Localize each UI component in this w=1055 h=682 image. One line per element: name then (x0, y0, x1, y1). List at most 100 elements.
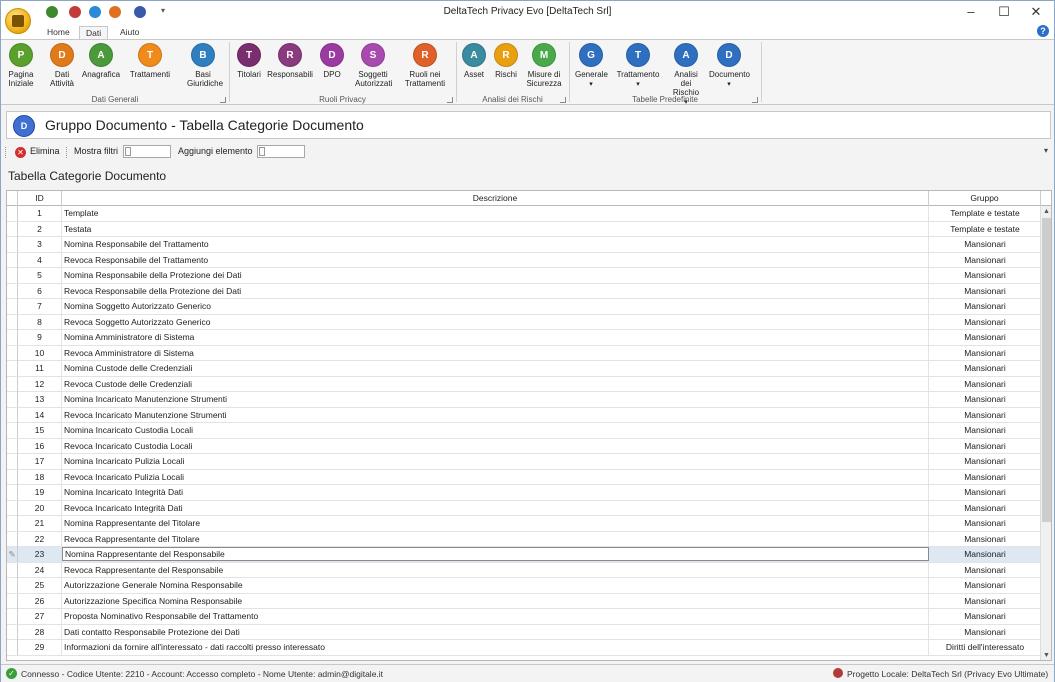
group-dialog-launcher-icon[interactable] (220, 97, 226, 103)
cell-descrizione[interactable]: Revoca Rappresentante del Responsabile (62, 562, 929, 578)
group-dialog-launcher-icon[interactable] (560, 97, 566, 103)
filters-toggle[interactable] (123, 145, 171, 158)
cell-id[interactable]: 8 (18, 314, 62, 330)
cell-descrizione[interactable]: Revoca Rappresentante del Titolare (62, 531, 929, 547)
cell-id[interactable]: 10 (18, 345, 62, 361)
row-indicator[interactable] (7, 237, 18, 252)
row-indicator[interactable] (7, 252, 18, 268)
table-row[interactable]: 3 Nomina Responsabile del Trattamento Mans… (7, 237, 1041, 253)
column-header-id[interactable]: ID (18, 191, 62, 206)
cell-descrizione[interactable]: Nomina Amministratore di Sistema (62, 330, 929, 345)
cell-descrizione[interactable]: Template (62, 206, 929, 221)
cell-id[interactable]: 24 (18, 562, 62, 578)
cell-gruppo[interactable]: Mansionari (929, 392, 1041, 407)
row-indicator[interactable] (7, 500, 18, 516)
cell-descrizione[interactable]: Nomina Custode delle Credenziali (62, 361, 929, 376)
table-row[interactable]: 13 Nomina Incaricato Manutenzione Strumen… (7, 392, 1041, 408)
cell-id[interactable]: 21 (18, 516, 62, 531)
cell-id[interactable]: 18 (18, 469, 62, 485)
row-indicator[interactable] (7, 485, 18, 500)
table-row[interactable]: 17 Nomina Incaricato Pulizia Locali Mansio… (7, 454, 1041, 470)
cell-id[interactable]: 27 (18, 609, 62, 624)
table-row[interactable]: 6 Revoca Responsabile della Protezione de… (7, 283, 1041, 299)
ribbon-button-soggetti[interactable]: S Soggetti Autorizzati (355, 43, 392, 88)
cell-id[interactable]: 14 (18, 407, 62, 423)
cell-id[interactable]: 23 (18, 547, 62, 562)
tab-dati[interactable]: Dati (79, 26, 109, 39)
help-icon[interactable]: ? (1037, 25, 1049, 37)
cell-gruppo[interactable]: Mansionari (929, 594, 1041, 609)
table-row[interactable]: 19 Nomina Incaricato Integrità Dati Mansio… (7, 485, 1041, 501)
table-row[interactable]: 20 Revoca Incaricato Integrità Dati Mansio… (7, 500, 1041, 516)
table-row[interactable]: 21 Nomina Rappresentante del Titolare Mans… (7, 516, 1041, 532)
scroll-up-icon[interactable]: ▲ (1043, 208, 1050, 215)
cell-gruppo[interactable]: Mansionari (929, 485, 1041, 500)
edit-pencil-icon[interactable]: ✎ (7, 547, 18, 562)
vertical-scrollbar[interactable]: ▲ ▼ (1040, 206, 1051, 660)
add-item-toggle[interactable] (257, 145, 305, 158)
table-row[interactable]: 11 Nomina Custode delle Credenziali Mansio… (7, 361, 1041, 377)
cell-descrizione[interactable]: Autorizzazione Specifica Nomina Responsa… (62, 593, 929, 609)
row-indicator[interactable] (7, 423, 18, 438)
table-row[interactable]: 10 Revoca Amministratore di Sistema Mansio… (7, 345, 1041, 361)
table-row[interactable]: 14 Revoca Incaricato Manutenzione Strumen… (7, 407, 1041, 423)
cell-gruppo[interactable]: Diritti dell'interessato (929, 640, 1041, 655)
cell-gruppo[interactable]: Mansionari (929, 609, 1041, 624)
ribbon-button-table-document[interactable]: D Documento ▾ (709, 43, 750, 89)
ribbon-button-asset[interactable]: A Asset (461, 43, 487, 79)
cell-descrizione[interactable]: Nomina Incaricato Custodia Locali (62, 423, 929, 438)
cell-id[interactable]: 16 (18, 438, 62, 454)
cell-id[interactable]: 1 (18, 206, 62, 221)
table-row[interactable]: 5 Nomina Responsabile della Protezione de… (7, 268, 1041, 284)
ribbon-button-home[interactable]: P Pagina Iniziale (5, 43, 37, 88)
cell-id[interactable]: 28 (18, 624, 62, 640)
cell-id[interactable]: 6 (18, 283, 62, 299)
cell-gruppo[interactable]: Mansionari (929, 563, 1041, 578)
cell-descrizione[interactable]: Revoca Incaricato Custodia Locali (62, 438, 929, 454)
cell-id[interactable]: 11 (18, 361, 62, 376)
table-row[interactable]: 27 Proposta Nominativo Responsabile del T… (7, 609, 1041, 625)
row-indicator[interactable] (7, 624, 18, 640)
cell-gruppo[interactable]: Mansionari (929, 423, 1041, 438)
delete-icon[interactable]: ✕ (15, 147, 26, 158)
cell-id[interactable]: 15 (18, 423, 62, 438)
cell-id[interactable]: 13 (18, 392, 62, 407)
toolbar-overflow-icon[interactable]: ▾ (1044, 146, 1048, 155)
row-indicator[interactable] (7, 516, 18, 531)
row-indicator[interactable] (7, 330, 18, 345)
row-indicator[interactable] (7, 299, 18, 314)
ribbon-button-titolari[interactable]: T Titolari (235, 43, 263, 79)
ribbon-button-shield-check[interactable]: M Misure di Sicurezza (525, 43, 563, 88)
row-indicator[interactable] (7, 283, 18, 299)
cell-descrizione[interactable]: Testata (62, 221, 929, 237)
cell-gruppo[interactable]: Mansionari (929, 377, 1041, 392)
table-row[interactable]: 15 Nomina Incaricato Custodia Locali Mansi… (7, 423, 1041, 439)
cell-descrizione[interactable]: Revoca Incaricato Manutenzione Strumenti (62, 407, 929, 423)
row-indicator[interactable] (7, 407, 18, 423)
cell-id[interactable]: 19 (18, 485, 62, 500)
cell-descrizione[interactable]: Nomina Incaricato Manutenzione Strumenti (62, 392, 929, 407)
row-indicator[interactable] (7, 578, 18, 593)
maximize-button[interactable]: ☐ (989, 1, 1019, 23)
app-menu-button[interactable] (5, 8, 31, 34)
scroll-thumb[interactable] (1042, 218, 1051, 522)
row-indicator[interactable] (7, 376, 18, 392)
scroll-down-icon[interactable]: ▼ (1043, 652, 1050, 659)
cell-id[interactable]: 22 (18, 531, 62, 547)
table-row[interactable]: 18 Revoca Incaricato Pulizia Locali Mansio… (7, 469, 1041, 485)
cell-gruppo[interactable]: Mansionari (929, 439, 1041, 454)
close-button[interactable]: ✕ (1021, 1, 1051, 23)
column-header-descrizione[interactable]: Descrizione (62, 191, 929, 206)
cell-id[interactable]: 2 (18, 221, 62, 237)
cell-gruppo[interactable]: Mansionari (929, 284, 1041, 299)
cell-gruppo[interactable]: Mansionari (929, 547, 1041, 562)
cell-descrizione[interactable]: Nomina Responsabile del Trattamento (62, 237, 929, 252)
row-indicator[interactable] (7, 345, 18, 361)
row-indicator[interactable] (7, 314, 18, 330)
cell-gruppo[interactable]: Mansionari (929, 268, 1041, 283)
cell-gruppo[interactable]: Mansionari (929, 361, 1041, 376)
ribbon-button-scales[interactable]: B Basi Giuridiche (187, 43, 223, 88)
table-row[interactable]: 28 Dati contatto Responsabile Protezione … (7, 624, 1041, 640)
row-indicator[interactable] (7, 562, 18, 578)
cell-id[interactable]: 3 (18, 237, 62, 252)
